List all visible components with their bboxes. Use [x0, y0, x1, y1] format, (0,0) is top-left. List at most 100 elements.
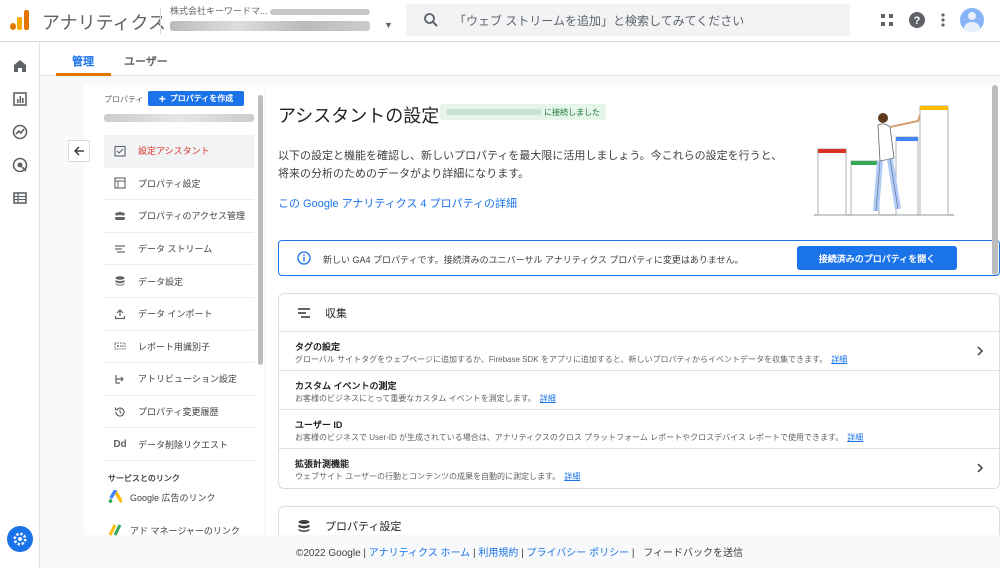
caret-down-icon[interactable]: ▼ [384, 20, 393, 30]
learn-more-link[interactable]: 詳細 [540, 394, 556, 403]
footer: ©2022 Google | アナリティクス ホーム | 利用規約 | プライバ… [296, 548, 744, 559]
sidebar-item-reporting-identity[interactable]: レポート用識別子 [104, 331, 254, 364]
explore-icon[interactable] [11, 123, 29, 141]
ad-manager-icon [108, 524, 122, 536]
more-vert-icon[interactable] [940, 12, 946, 28]
collection-stream-icon [298, 307, 310, 318]
tagging-row[interactable]: タグの設定 グローバル サイトタグをウェブページに追加するか、Firebase … [279, 332, 999, 371]
plus-icon: + [158, 91, 166, 106]
app-title[interactable]: アナリティクス [42, 9, 166, 35]
collection-card: 収集 タグの設定 グローバル サイトタグをウェブページに追加するか、Fireba… [278, 293, 1000, 489]
connected-badge: に接続しました [440, 104, 606, 120]
tab-admin[interactable]: 管理 [72, 53, 94, 69]
advertising-icon[interactable] [11, 156, 29, 174]
main-scrollbar[interactable] [992, 85, 998, 275]
sidebar-item-label: データ設定 [138, 276, 184, 287]
feedback-link[interactable]: フィードバックを送信 [643, 548, 743, 559]
analytics-logo[interactable] [10, 10, 30, 30]
sidebar-item-property-settings[interactable]: プロパティ設定 [104, 168, 254, 201]
svg-text:?: ? [914, 15, 921, 27]
property-menu: 設定アシスタント プロパティ設定 プロパティのアクセス管理 データ ストリーム … [104, 135, 254, 461]
user-id-row[interactable]: ユーザー ID お客様のビジネスで User-ID が生成されている場合は、アナ… [279, 410, 999, 449]
row-description: お客様のビジネスにとって重要なカスタム イベントを測定します。 詳細 [295, 394, 556, 403]
intro-text: 以下の設定と機能を確認し、新しいプロパティを最大限に活用しましょう。今これらの設… [278, 147, 798, 183]
redacted-account [269, 8, 370, 15]
sidebar-item-attribution[interactable]: アトリビューション設定 [104, 363, 254, 396]
property-settings-header: プロパティ設定 [279, 507, 999, 535]
product-links-heading: サービスとのリンク [108, 474, 180, 483]
info-icon [297, 251, 311, 265]
learn-more-link[interactable]: 詳細 [847, 433, 863, 442]
row-title: カスタム イベントの測定 [295, 381, 397, 391]
configure-icon[interactable] [11, 189, 29, 207]
main-content: アシスタントの設定 に接続しました 以下の設定と機能を確認し、新しいプロパティを… [266, 85, 1000, 535]
row-title: タグの設定 [295, 342, 341, 352]
learn-more-link[interactable]: 詳細 [564, 472, 580, 481]
sidebar-item-setup-assistant[interactable]: 設定アシスタント [104, 135, 254, 168]
enhanced-measurement-row[interactable]: 拡張計測機能 ウェブサイト ユーザーの行動とコンテンツの成果を自動的に測定します… [279, 449, 999, 488]
learn-more-link[interactable]: 詳細 [831, 355, 847, 364]
search-bar[interactable]: 「ウェブ ストリームを追加」と検索してみてください [406, 4, 850, 36]
chevron-right-icon[interactable] [975, 345, 985, 357]
sidebar-item-label: データ ストリーム [138, 244, 213, 255]
property-label: プロパティ [104, 95, 144, 104]
sidebar-item-data-deletion[interactable]: Dd データ削除リクエスト [104, 428, 254, 461]
tab-user[interactable]: ユーザー [124, 53, 168, 69]
divider [160, 8, 161, 34]
sidebar-item-label: アド マネージャーのリンク [130, 525, 240, 536]
sidebar-item-label: 設定アシスタント [138, 146, 210, 157]
create-property-button[interactable]: + プロパティを作成 [148, 91, 244, 106]
upload-icon [114, 308, 126, 319]
chevron-right-icon[interactable] [975, 462, 985, 474]
footer-link-privacy[interactable]: プライバシー ポリシー [527, 548, 630, 559]
sidebar-item-label: プロパティ設定 [138, 178, 201, 189]
sidebar-item-data-streams[interactable]: データ ストリーム [104, 233, 254, 266]
nav-rail [0, 42, 40, 568]
search-icon [424, 13, 438, 27]
gear-icon [13, 532, 27, 546]
property-settings-icon [114, 177, 126, 189]
apps-grid-icon[interactable] [880, 13, 894, 27]
property-settings-card: プロパティ設定 [278, 506, 1000, 535]
sidebar-item-label: プロパティのアクセス管理 [138, 211, 246, 222]
history-icon [114, 407, 125, 417]
sidebar-item-access-management[interactable]: プロパティのアクセス管理 [104, 200, 254, 233]
copyright: ©2022 Google [296, 548, 361, 559]
intro-line-1: 以下の設定と機能を確認し、新しいプロパティを最大限に活用しましょう。今これらの設… [278, 150, 783, 162]
footer-link-home[interactable]: アナリティクス ホーム [369, 548, 470, 559]
google-ads-icon [108, 490, 122, 503]
search-placeholder: 「ウェブ ストリームを追加」と検索してみてください [454, 13, 745, 28]
sidebar-item-label: プロパティ変更履歴 [138, 407, 219, 418]
attribution-icon [115, 374, 124, 384]
account-selector[interactable]: 株式会社キーワードマ... [170, 5, 370, 31]
home-icon[interactable] [11, 57, 29, 75]
sidebar-item-data-settings[interactable]: データ設定 [104, 265, 254, 298]
active-tab-indicator [56, 73, 111, 76]
sidebar-item-ad-manager-links[interactable]: アド マネージャーのリンク [108, 523, 240, 537]
sidebar-item-change-history[interactable]: プロパティ変更履歴 [104, 396, 254, 429]
back-button[interactable] [68, 140, 90, 162]
sidebar-item-label: アトリビューション設定 [138, 374, 237, 385]
help-icon[interactable]: ? [908, 11, 926, 29]
open-connected-property-button[interactable]: 接続済みのプロパティを開く [797, 246, 957, 270]
tab-bar: 管理 ユーザー [40, 42, 1000, 76]
sidebar-item-label: レポート用識別子 [138, 341, 211, 352]
sidebar-scrollbar[interactable] [258, 95, 263, 365]
redacted-property-name [104, 114, 254, 122]
sidebar-item-label: Google 広告のリンク [130, 492, 216, 503]
avatar[interactable] [960, 8, 984, 32]
intro-line-2: 将来の分析のためのデータがより詳細になります。 [278, 168, 530, 180]
top-bar: アナリティクス 株式会社キーワードマ... ▼ 「ウェブ ストリームを追加」と検… [0, 0, 1000, 42]
database-icon [115, 276, 125, 286]
checklist-icon [114, 145, 126, 157]
sidebar-item-data-import[interactable]: データ インポート [104, 298, 254, 331]
footer-link-terms[interactable]: 利用規約 [478, 548, 518, 559]
reports-icon[interactable] [11, 90, 29, 108]
create-property-label: プロパティを作成 [169, 94, 234, 103]
admin-gear-button[interactable] [7, 526, 33, 552]
sidebar-item-label: データ インポート [138, 309, 213, 320]
ga4-detail-link[interactable]: この Google アナリティクス 4 プロパティの詳細 [278, 195, 517, 211]
custom-events-row[interactable]: カスタム イベントの測定 お客様のビジネスにとって重要なカスタム イベントを測定… [279, 371, 999, 410]
collection-header: 収集 [279, 294, 999, 332]
sidebar-item-google-ads-links[interactable]: Google 広告のリンク [108, 490, 216, 504]
